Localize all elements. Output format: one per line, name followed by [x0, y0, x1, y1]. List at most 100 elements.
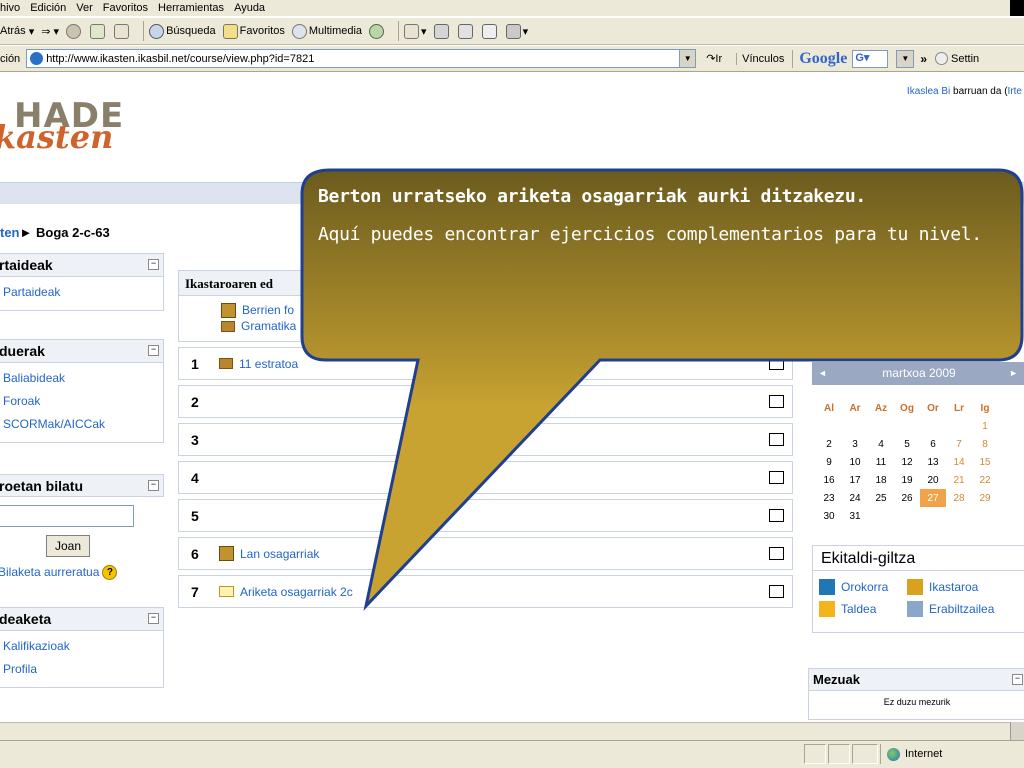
- calendar-day[interactable]: 15: [972, 453, 998, 471]
- calendar-day[interactable]: 24: [842, 489, 868, 507]
- calendar-day[interactable]: 9: [816, 453, 842, 471]
- activity-link[interactable]: Lan osagarriak: [219, 546, 319, 561]
- calendar-day[interactable]: 17: [842, 471, 868, 489]
- eye-icon[interactable]: [907, 579, 923, 595]
- stop-button[interactable]: [66, 23, 83, 39]
- calendar-day[interactable]: 4: [868, 435, 894, 453]
- calendar-day[interactable]: 29: [972, 489, 998, 507]
- search-go-button[interactable]: Joan: [46, 535, 90, 557]
- calendar-day[interactable]: 25: [868, 489, 894, 507]
- participants-link[interactable]: Partaideak: [3, 281, 163, 304]
- mail-button[interactable]: ▾: [404, 23, 427, 39]
- site-logo[interactable]: HADE kasten: [0, 96, 140, 156]
- minimize-icon[interactable]: −: [1012, 674, 1023, 685]
- grades-link[interactable]: Kalifikazioak: [3, 635, 163, 658]
- calendar-day[interactable]: 3: [842, 435, 868, 453]
- next-month-icon[interactable]: ►: [1009, 362, 1018, 385]
- google-dropdown-icon[interactable]: ▼: [896, 49, 915, 68]
- menu-edit[interactable]: Edición: [30, 2, 66, 14]
- topic-checkbox[interactable]: [769, 395, 784, 408]
- menu-view[interactable]: Ver: [76, 2, 93, 14]
- profile-link[interactable]: Profila: [3, 658, 163, 681]
- topic-checkbox[interactable]: [769, 357, 784, 370]
- calendar-day[interactable]: 20: [920, 471, 946, 489]
- forums-link[interactable]: Foroak: [3, 390, 163, 413]
- eye-icon[interactable]: [907, 601, 923, 617]
- favorites-button[interactable]: Favoritos: [222, 23, 285, 39]
- messenger-button[interactable]: ▾: [505, 23, 528, 39]
- menu-help[interactable]: Ayuda: [234, 2, 265, 14]
- grammar-link[interactable]: Gramatika: [221, 318, 792, 334]
- horizontal-scrollbar[interactable]: [0, 722, 1010, 740]
- back-button[interactable]: Atrás ▾: [0, 25, 34, 38]
- calendar-day[interactable]: 18: [868, 471, 894, 489]
- calendar-day[interactable]: 26: [894, 489, 920, 507]
- google-search-button[interactable]: G▾: [852, 49, 889, 68]
- activity-link[interactable]: Ariketa osagarriak 2c: [219, 585, 353, 599]
- calendar-day[interactable]: 19: [894, 471, 920, 489]
- menu-favorites[interactable]: Favoritos: [103, 2, 148, 14]
- calendar-day[interactable]: 14: [946, 453, 972, 471]
- minimize-icon[interactable]: −: [148, 259, 159, 270]
- url-input[interactable]: http://www.ikasten.ikasbil.net/course/vi…: [26, 49, 697, 68]
- topic-checkbox[interactable]: [769, 471, 784, 484]
- history-button[interactable]: [369, 23, 386, 39]
- activity-link[interactable]: 11 estratoa: [219, 357, 298, 371]
- minimize-icon[interactable]: −: [148, 480, 159, 491]
- eye-icon[interactable]: [819, 601, 835, 617]
- news-forum-link[interactable]: Berrien fo: [221, 302, 792, 318]
- search-button[interactable]: Búsqueda: [149, 23, 216, 39]
- logout-link[interactable]: Irte: [1008, 86, 1022, 97]
- discuss-button[interactable]: [481, 23, 499, 39]
- event-type-link[interactable]: Ikastaroa: [907, 579, 1017, 595]
- help-icon[interactable]: ?: [102, 565, 118, 580]
- minimize-icon[interactable]: −: [148, 613, 159, 624]
- advanced-search-link[interactable]: Bilaketa aurreratua?: [0, 561, 164, 584]
- calendar-day[interactable]: 21: [946, 471, 972, 489]
- forward-button[interactable]: ⇒ ▾: [41, 25, 59, 38]
- home-button[interactable]: [114, 23, 131, 39]
- prev-month-icon[interactable]: ◄: [818, 362, 827, 385]
- print-button[interactable]: [433, 23, 451, 39]
- calendar-day[interactable]: 23: [816, 489, 842, 507]
- settings-button[interactable]: Settin: [935, 52, 979, 65]
- go-button[interactable]: ↷Ir: [706, 52, 722, 65]
- event-type-link[interactable]: Erabiltzailea: [907, 601, 1017, 617]
- calendar-day[interactable]: 22: [972, 471, 998, 489]
- calendar-day[interactable]: 8: [972, 435, 998, 453]
- calendar-day[interactable]: 2: [816, 435, 842, 453]
- calendar-month[interactable]: martxoa 2009: [882, 366, 955, 380]
- calendar-day[interactable]: 6: [920, 435, 946, 453]
- url-dropdown-icon[interactable]: ▼: [679, 50, 696, 67]
- calendar-day[interactable]: 16: [816, 471, 842, 489]
- calendar-day[interactable]: 30: [816, 507, 842, 525]
- calendar-day[interactable]: 27: [920, 489, 946, 507]
- calendar-day[interactable]: 10: [842, 453, 868, 471]
- topic-checkbox[interactable]: [769, 433, 784, 446]
- refresh-button[interactable]: [90, 23, 107, 39]
- breadcrumb-home-link[interactable]: ten: [0, 225, 20, 240]
- calendar-day[interactable]: 31: [842, 507, 868, 525]
- calendar-day[interactable]: 12: [894, 453, 920, 471]
- resources-link[interactable]: Baliabideak: [3, 367, 163, 390]
- media-button[interactable]: Multimedia: [291, 23, 362, 39]
- calendar-day[interactable]: 7: [946, 435, 972, 453]
- event-type-link[interactable]: Orokorra: [819, 579, 907, 595]
- edit-button[interactable]: [457, 23, 475, 39]
- menu-file[interactable]: hivo: [0, 2, 20, 14]
- event-type-link[interactable]: Taldea: [819, 601, 907, 617]
- user-link[interactable]: Ikaslea Bi: [907, 86, 950, 97]
- forum-search-input[interactable]: [0, 505, 134, 527]
- calendar-day[interactable]: 5: [894, 435, 920, 453]
- scorm-link[interactable]: SCORMak/AICCak: [3, 413, 163, 436]
- eye-icon[interactable]: [819, 579, 835, 595]
- minimize-icon[interactable]: −: [148, 345, 159, 356]
- topic-checkbox[interactable]: [769, 585, 784, 598]
- topic-checkbox[interactable]: [769, 547, 784, 560]
- calendar-day[interactable]: 28: [946, 489, 972, 507]
- calendar-day[interactable]: 13: [920, 453, 946, 471]
- calendar-day[interactable]: 11: [868, 453, 894, 471]
- more-chevron-icon[interactable]: »: [920, 52, 927, 66]
- links-button[interactable]: Vínculos: [736, 52, 784, 65]
- topic-checkbox[interactable]: [769, 509, 784, 522]
